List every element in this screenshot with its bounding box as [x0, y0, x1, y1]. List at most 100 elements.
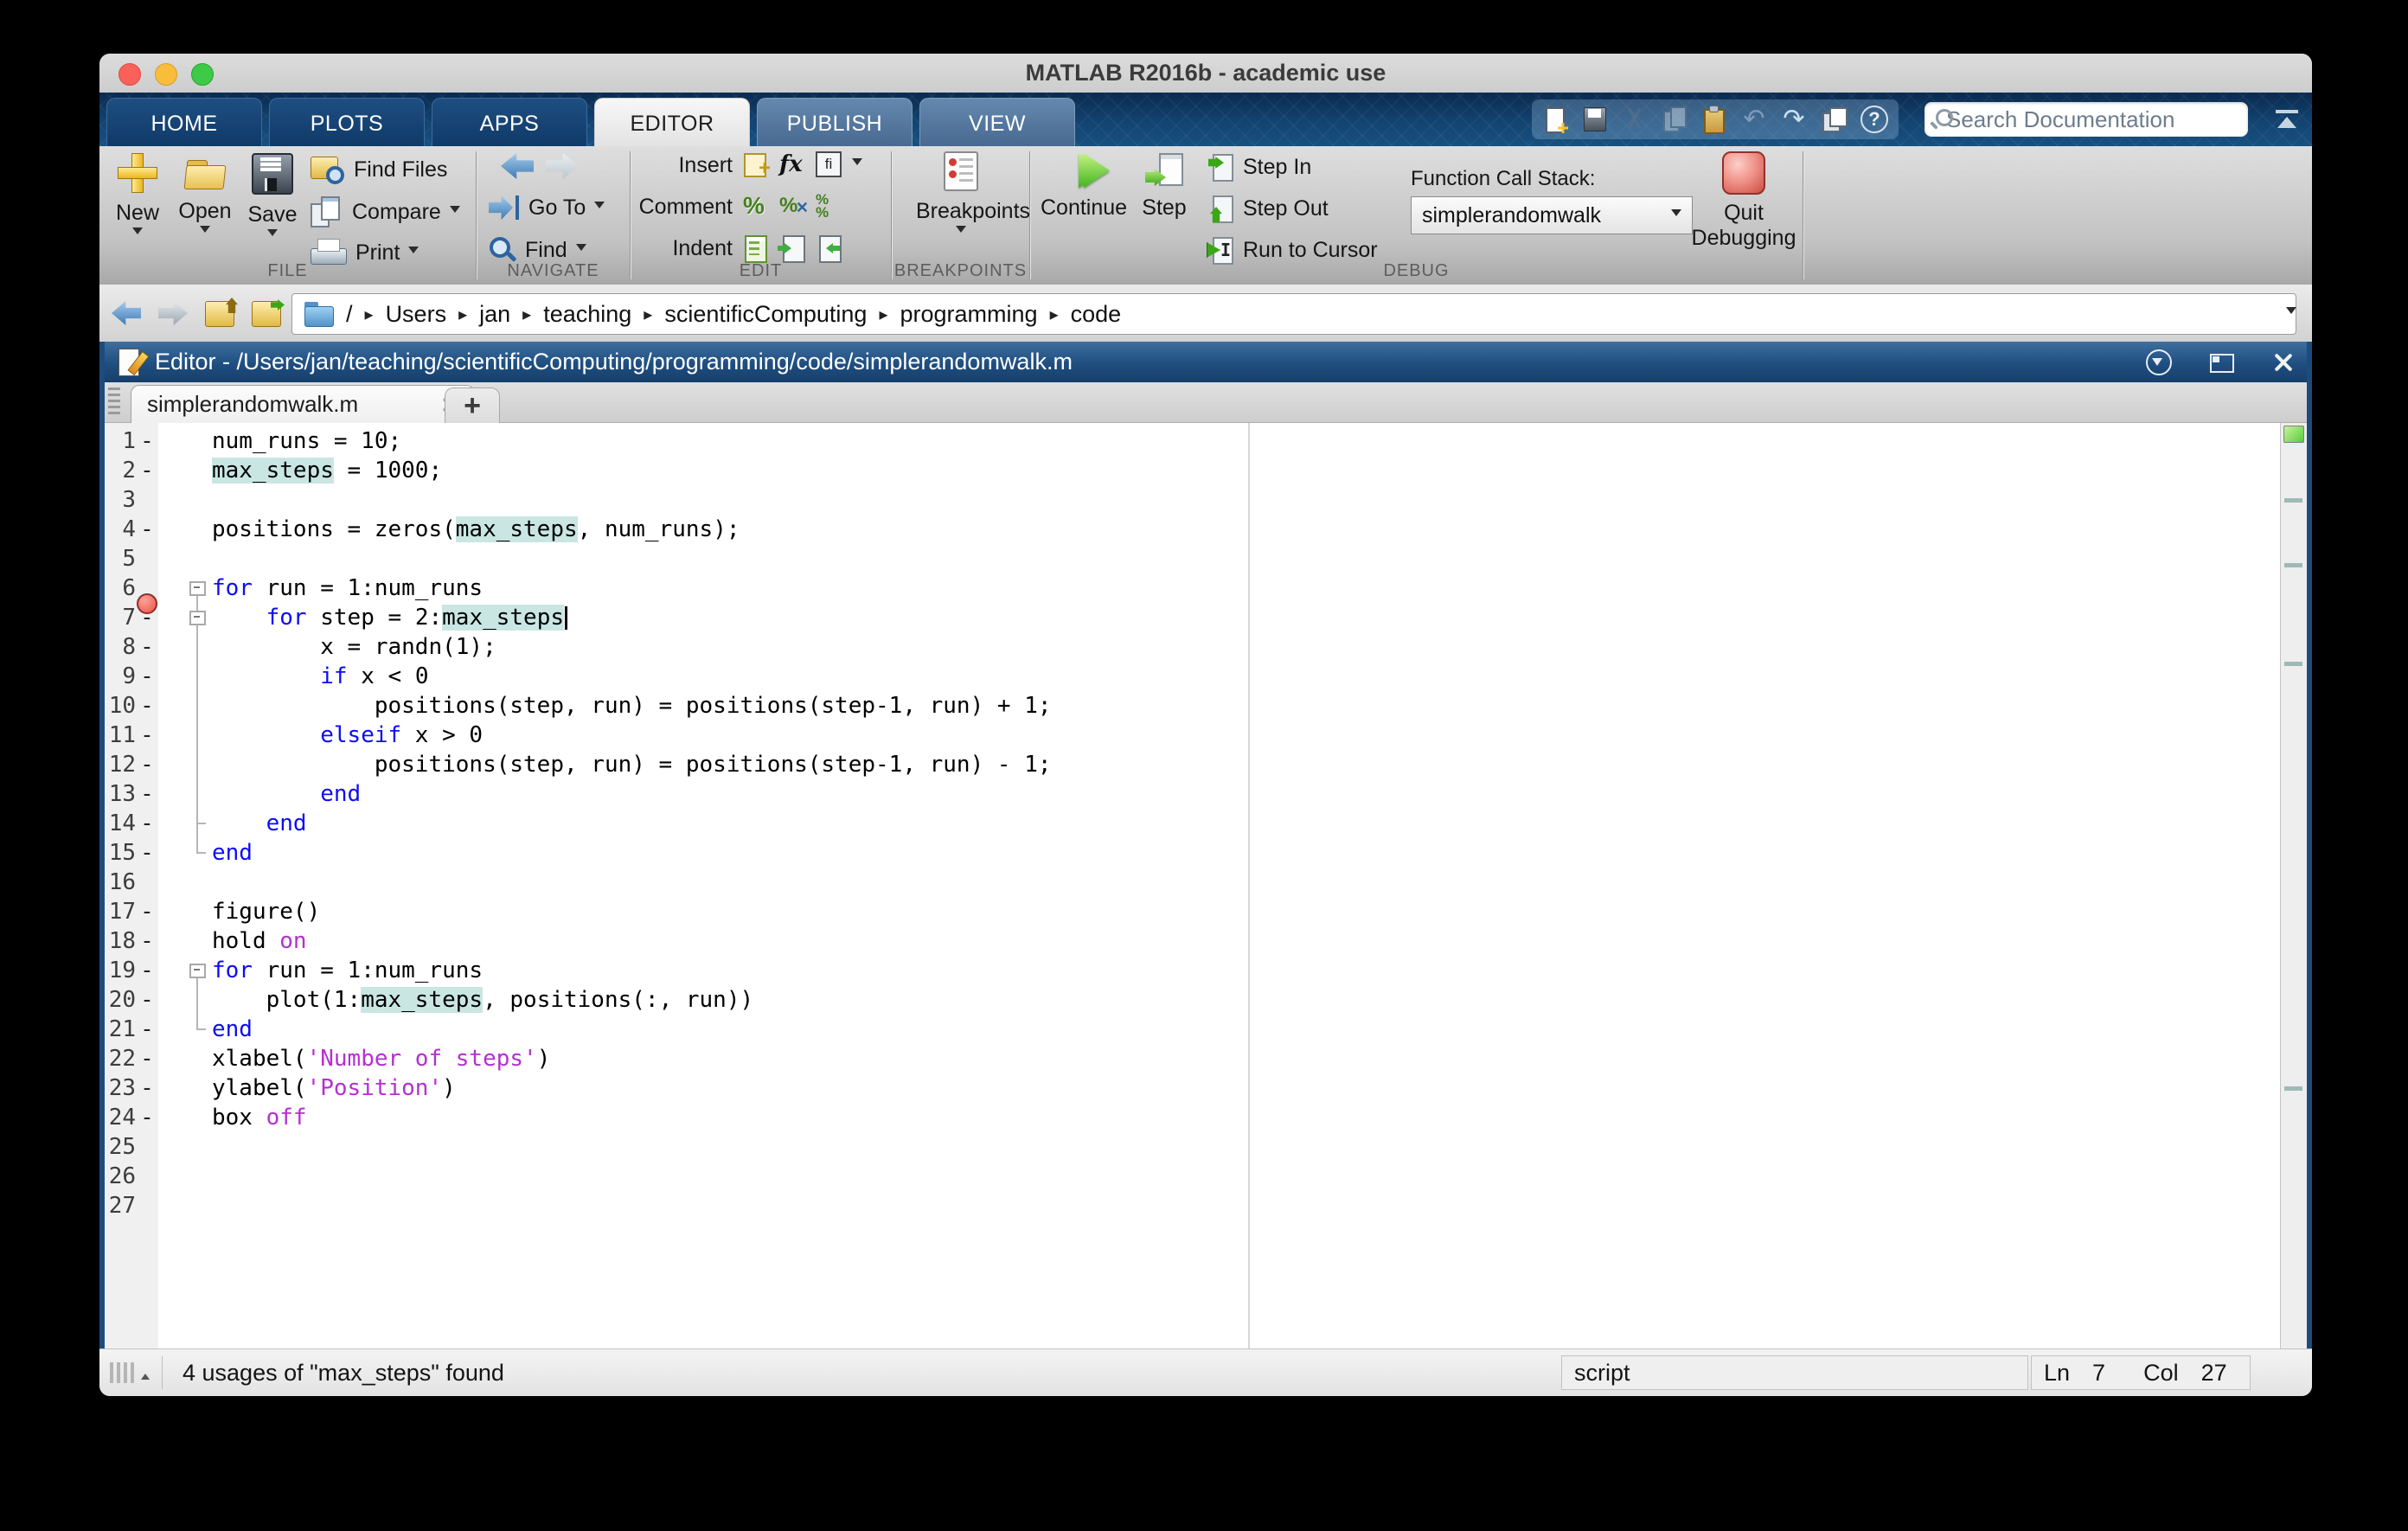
code-text[interactable]: end: [212, 809, 307, 838]
code-fold-cell[interactable]: [184, 691, 212, 721]
code-line[interactable]: 11- elseif x > 0: [105, 721, 2277, 750]
line-number[interactable]: 7: [105, 603, 136, 632]
code-line[interactable]: 3: [105, 485, 2277, 515]
comment-icon[interactable]: %: [743, 193, 769, 219]
go-to-button[interactable]: Go To: [489, 195, 605, 221]
executable-marker[interactable]: -: [136, 691, 158, 721]
code-fold-cell[interactable]: [184, 603, 212, 632]
code-text[interactable]: hold on: [212, 926, 307, 956]
executable-marker[interactable]: -: [136, 750, 158, 779]
line-number[interactable]: 23: [105, 1073, 136, 1103]
fold-toggle-icon[interactable]: [189, 611, 206, 625]
compare-button[interactable]: Compare: [311, 196, 460, 227]
ribbon-tab-editor[interactable]: EDITOR: [594, 98, 750, 147]
code-text[interactable]: end: [212, 1015, 253, 1044]
line-number[interactable]: 5: [105, 544, 136, 573]
code-text[interactable]: num_runs = 10;: [212, 426, 401, 456]
code-fold-cell[interactable]: [184, 985, 212, 1015]
executable-marker[interactable]: -: [136, 926, 158, 956]
code-text[interactable]: end: [212, 779, 361, 809]
code-fold-cell[interactable]: [184, 573, 212, 603]
ribbon-tab-publish[interactable]: PUBLISH: [757, 98, 913, 147]
fold-toggle-icon[interactable]: [189, 964, 206, 978]
new-tab-button[interactable]: +: [445, 388, 500, 423]
code-fold-cell[interactable]: [184, 809, 212, 838]
executable-marker[interactable]: -: [136, 956, 158, 985]
executable-marker[interactable]: -: [136, 838, 158, 868]
line-number[interactable]: 11: [105, 721, 136, 750]
breadcrumb-item[interactable]: programming: [900, 301, 1038, 328]
code-fold-cell[interactable]: [184, 779, 212, 809]
line-number[interactable]: 16: [105, 868, 136, 897]
usage-indicator-mark[interactable]: [2284, 498, 2302, 503]
code-line[interactable]: 23-ylabel('Position'): [105, 1073, 2277, 1103]
executable-marker[interactable]: -: [136, 662, 158, 691]
executable-marker[interactable]: -: [136, 426, 158, 456]
line-number[interactable]: 27: [105, 1191, 136, 1220]
paste-icon[interactable]: [1701, 106, 1727, 133]
line-number[interactable]: 17: [105, 897, 136, 926]
save-icon[interactable]: [1582, 106, 1608, 133]
executable-marker[interactable]: -: [136, 1015, 158, 1044]
breadcrumb-item[interactable]: Users: [386, 301, 447, 328]
code-line[interactable]: 9- if x < 0: [105, 662, 2277, 691]
executable-marker[interactable]: -: [136, 1073, 158, 1103]
code-fold-cell[interactable]: [184, 456, 212, 485]
line-number[interactable]: 18: [105, 926, 136, 956]
code-fold-cell[interactable]: [184, 1044, 212, 1073]
code-line[interactable]: 4-positions = zeros(max_steps, num_runs)…: [105, 515, 2277, 544]
line-number[interactable]: 10: [105, 691, 136, 721]
code-fold-cell[interactable]: [184, 838, 212, 868]
new-script-icon[interactable]: [1542, 106, 1568, 133]
code-text[interactable]: if x < 0: [212, 662, 428, 691]
code-fold-cell[interactable]: [184, 1132, 212, 1162]
executable-marker[interactable]: -: [136, 721, 158, 750]
code-fold-cell[interactable]: [184, 544, 212, 573]
switch-windows-icon[interactable]: [1821, 106, 1847, 133]
code-line[interactable]: 12- positions(step, run) = positions(ste…: [105, 750, 2277, 779]
fold-toggle-icon[interactable]: [189, 581, 206, 596]
folder-back-button[interactable]: [110, 298, 144, 329]
step-out-button[interactable]: Step Out: [1208, 195, 1329, 222]
new-button[interactable]: New: [106, 153, 169, 241]
find-button[interactable]: Find: [489, 236, 586, 264]
uncomment-icon[interactable]: %: [779, 193, 805, 219]
breakpoints-button[interactable]: Breakpoints: [916, 151, 1006, 240]
find-files-button[interactable]: Find Files: [311, 155, 447, 184]
code-text[interactable]: for run = 1:num_runs: [212, 956, 483, 985]
tab-bar-grip[interactable]: [108, 388, 120, 417]
breadcrumb-item[interactable]: jan: [479, 301, 510, 328]
code-line[interactable]: 2-max_steps = 1000;: [105, 456, 2277, 485]
code-text[interactable]: end: [212, 838, 253, 868]
code-fold-cell[interactable]: [184, 1191, 212, 1220]
executable-marker[interactable]: -: [136, 456, 158, 485]
code-line[interactable]: 25: [105, 1132, 2277, 1162]
line-number[interactable]: 26: [105, 1162, 136, 1191]
line-number[interactable]: 12: [105, 750, 136, 779]
message-indicator-bar[interactable]: [2280, 423, 2307, 1349]
cut-icon[interactable]: [1622, 106, 1648, 133]
code-line[interactable]: 26: [105, 1162, 2277, 1191]
function-call-stack-select[interactable]: simplerandomwalk: [1411, 196, 1693, 234]
copy-icon[interactable]: [1662, 106, 1688, 133]
code-fold-cell[interactable]: [184, 426, 212, 456]
code-fold-cell[interactable]: [184, 632, 212, 662]
insert-block-icon[interactable]: fi: [816, 151, 842, 177]
usage-indicator-mark[interactable]: [2284, 662, 2302, 666]
decrease-indent-icon[interactable]: [816, 234, 842, 260]
insert-dropdown-arrow[interactable]: [852, 158, 862, 170]
line-number[interactable]: 14: [105, 809, 136, 838]
executable-marker[interactable]: -: [136, 1044, 158, 1073]
collapse-ribbon-button[interactable]: [2274, 106, 2300, 132]
code-line[interactable]: 10- positions(step, run) = positions(ste…: [105, 691, 2277, 721]
folder-forward-button[interactable]: [157, 298, 191, 329]
browse-folder-button[interactable]: [250, 298, 285, 329]
executable-marker[interactable]: -: [136, 779, 158, 809]
ribbon-tab-apps[interactable]: APPS: [432, 98, 587, 147]
undo-icon[interactable]: ↶: [1741, 106, 1767, 133]
code-line[interactable]: 1-num_runs = 10;: [105, 426, 2277, 456]
code-fold-cell[interactable]: [184, 1073, 212, 1103]
line-number[interactable]: 15: [105, 838, 136, 868]
code-line[interactable]: 13- end: [105, 779, 2277, 809]
ribbon-tab-home[interactable]: HOME: [106, 98, 262, 147]
